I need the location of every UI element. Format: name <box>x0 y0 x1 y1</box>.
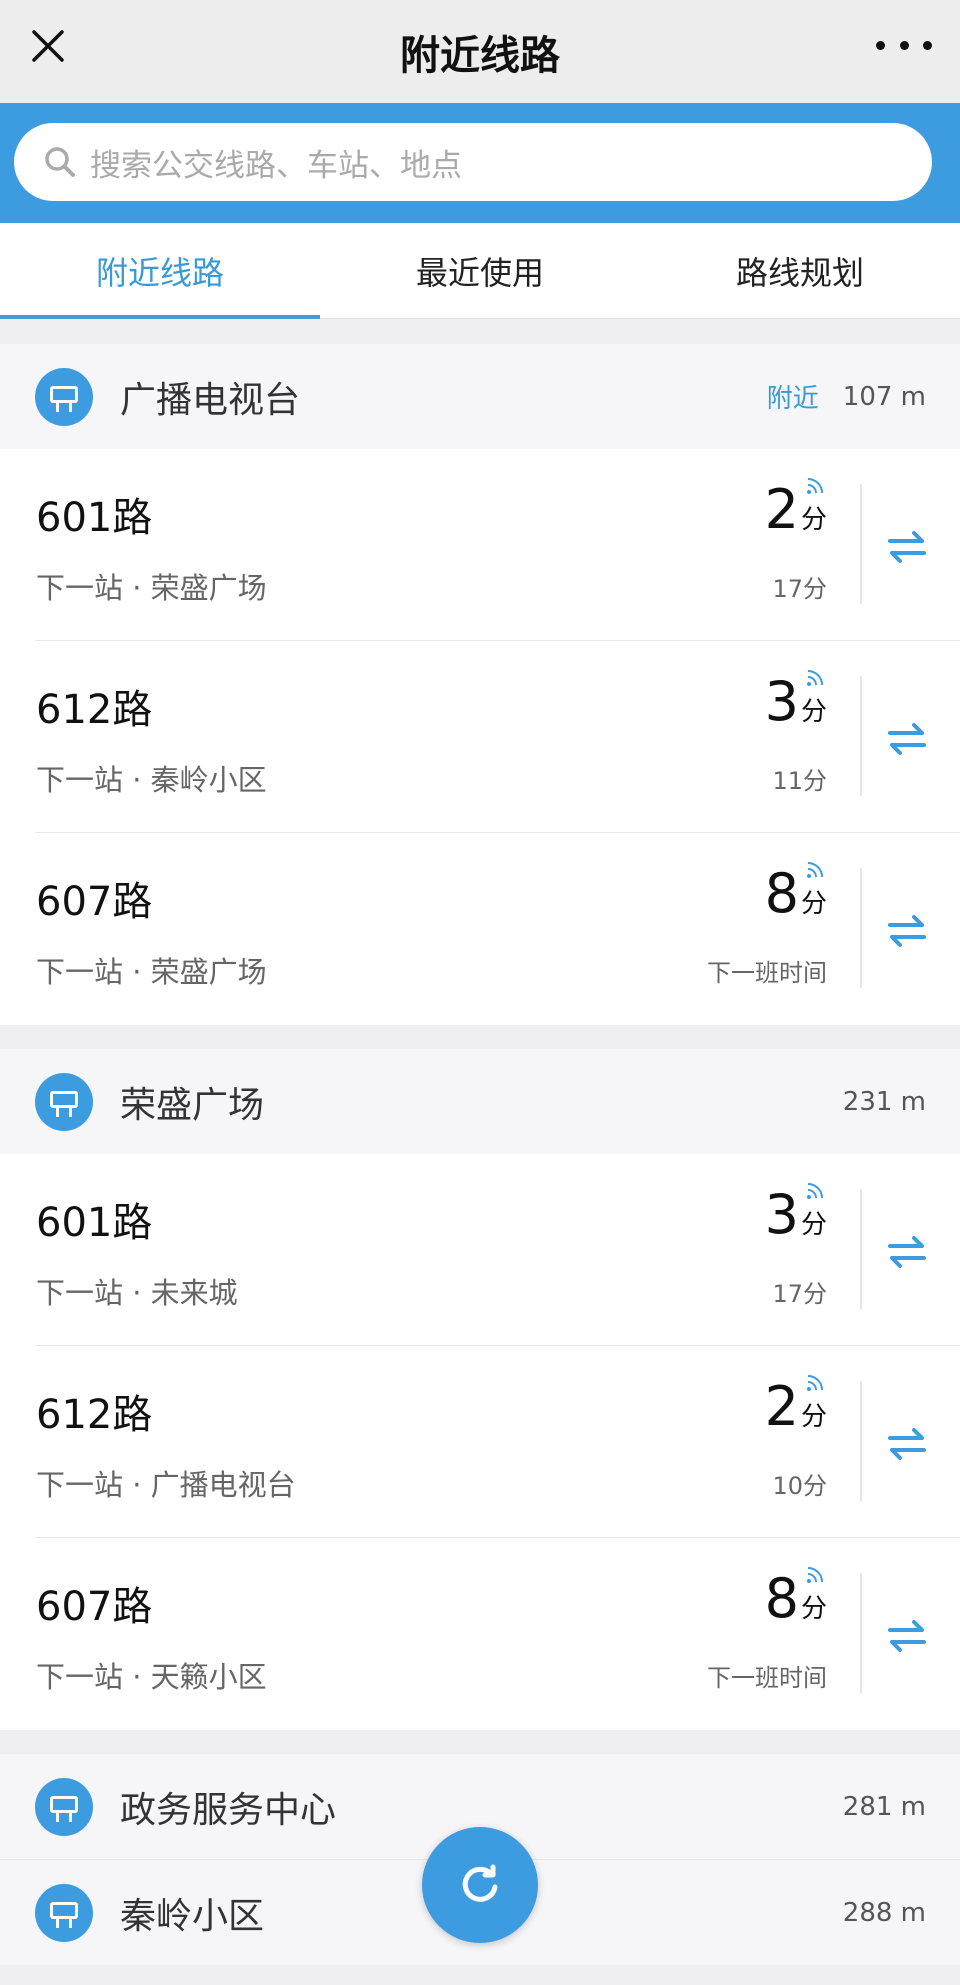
search-input[interactable]: 搜索公交线路、车站、地点 <box>14 123 932 201</box>
search-icon <box>45 147 75 177</box>
eta-unit: 分 <box>800 697 827 727</box>
eta-secondary: 10分 <box>772 1472 827 1500</box>
tab-recently-used[interactable]: 最近使用 <box>320 223 640 318</box>
next-stop: 下一站 · 广播电视台 <box>36 1468 296 1502</box>
bus-stop-icon <box>35 1777 93 1836</box>
eta-secondary: 17分 <box>772 1280 827 1308</box>
eta-minutes: 3 <box>764 1183 799 1246</box>
divider <box>860 868 862 988</box>
swap-direction-icon[interactable] <box>886 1234 928 1270</box>
station-distance: 107 m <box>842 381 926 412</box>
realtime-signal-icon <box>807 1567 823 1583</box>
eta: 8 分 <box>764 862 827 925</box>
swap-direction-icon[interactable] <box>886 913 928 949</box>
eta-minutes: 8 <box>764 1567 799 1630</box>
line-name: 607路 <box>36 1584 153 1630</box>
eta: 3 分 <box>764 1183 827 1246</box>
realtime-signal-icon <box>807 1375 823 1391</box>
eta-secondary: 下一班时间 <box>707 959 827 987</box>
line-name: 601路 <box>36 1200 153 1246</box>
eta-unit: 分 <box>800 1594 827 1624</box>
divider <box>860 484 862 604</box>
swap-direction-icon[interactable] <box>886 1426 928 1462</box>
line-name: 601路 <box>36 495 153 541</box>
bus-stop-icon <box>35 1883 93 1942</box>
eta-secondary: 11分 <box>772 767 827 795</box>
close-icon[interactable] <box>28 26 68 66</box>
station-distance: 288 m <box>842 1897 926 1928</box>
next-stop: 下一站 · 荣盛广场 <box>36 571 267 605</box>
title-bar: 附近线路 <box>0 0 960 103</box>
eta-secondary: 17分 <box>772 575 827 603</box>
line-name: 612路 <box>36 1392 153 1438</box>
station-distance: 231 m <box>842 1086 926 1117</box>
eta-unit: 分 <box>800 505 827 535</box>
bus-line-row[interactable]: 601路 下一站 · 未来城 3 分 17分 <box>0 1154 960 1346</box>
swap-direction-icon[interactable] <box>886 721 928 757</box>
station-header[interactable]: 荣盛广场 231 m <box>0 1049 960 1154</box>
station-name: 政务服务中心 <box>120 1789 337 1831</box>
bus-line-row[interactable]: 607路 下一站 · 天籁小区 8 分 下一班时间 <box>0 1538 960 1730</box>
eta-secondary: 下一班时间 <box>707 1664 827 1692</box>
eta-minutes: 2 <box>764 478 799 541</box>
nearby-label: 附近 <box>766 384 819 414</box>
divider <box>860 1381 862 1501</box>
eta: 3 分 <box>764 670 827 733</box>
bus-stop-icon <box>35 367 93 426</box>
station-distance: 281 m <box>842 1791 926 1822</box>
eta: 2 分 <box>764 478 827 541</box>
tab-nearby-lines[interactable]: 附近线路 <box>0 223 320 319</box>
eta-minutes: 3 <box>764 670 799 733</box>
divider <box>860 676 862 796</box>
eta: 2 分 <box>764 1375 827 1438</box>
station-name: 广播电视台 <box>120 379 301 421</box>
bus-line-row[interactable]: 607路 下一站 · 荣盛广场 8 分 下一班时间 <box>0 833 960 1025</box>
page-title: 附近线路 <box>400 32 560 79</box>
line-name: 612路 <box>36 687 153 733</box>
bus-line-row[interactable]: 601路 下一站 · 荣盛广场 2 分 17分 <box>0 449 960 641</box>
eta-minutes: 2 <box>764 1375 799 1438</box>
bus-line-row[interactable]: 612路 下一站 · 秦岭小区 3 分 11分 <box>0 641 960 833</box>
tab-bar: 附近线路 最近使用 路线规划 <box>0 223 960 319</box>
next-stop: 下一站 · 天籁小区 <box>36 1660 267 1694</box>
eta-minutes: 8 <box>764 862 799 925</box>
more-icon[interactable] <box>876 30 932 60</box>
eta: 8 分 <box>764 1567 827 1630</box>
search-placeholder: 搜索公交线路、车站、地点 <box>90 147 462 184</box>
eta-unit: 分 <box>800 1402 827 1432</box>
refresh-icon <box>462 1864 498 1902</box>
realtime-signal-icon <box>807 478 823 494</box>
realtime-signal-icon <box>807 862 823 878</box>
divider <box>860 1189 862 1309</box>
next-stop: 下一站 · 荣盛广场 <box>36 955 267 989</box>
realtime-signal-icon <box>807 1183 823 1199</box>
eta-unit: 分 <box>800 1210 827 1240</box>
line-name: 607路 <box>36 879 153 925</box>
eta-unit: 分 <box>800 889 827 919</box>
station-name: 荣盛广场 <box>120 1084 265 1126</box>
tab-route-planning[interactable]: 路线规划 <box>640 223 960 318</box>
swap-direction-icon[interactable] <box>886 529 928 565</box>
refresh-button[interactable] <box>422 1827 538 1943</box>
divider <box>860 1573 862 1693</box>
bus-stop-icon <box>35 1072 93 1131</box>
bus-line-row[interactable]: 612路 下一站 · 广播电视台 2 分 10分 <box>0 1346 960 1538</box>
station-header[interactable]: 广播电视台 附近 107 m <box>0 344 960 449</box>
next-stop: 下一站 · 未来城 <box>36 1276 238 1310</box>
swap-direction-icon[interactable] <box>886 1618 928 1654</box>
next-stop: 下一站 · 秦岭小区 <box>36 763 267 797</box>
realtime-signal-icon <box>807 670 823 686</box>
search-bar: 搜索公交线路、车站、地点 <box>0 103 960 223</box>
